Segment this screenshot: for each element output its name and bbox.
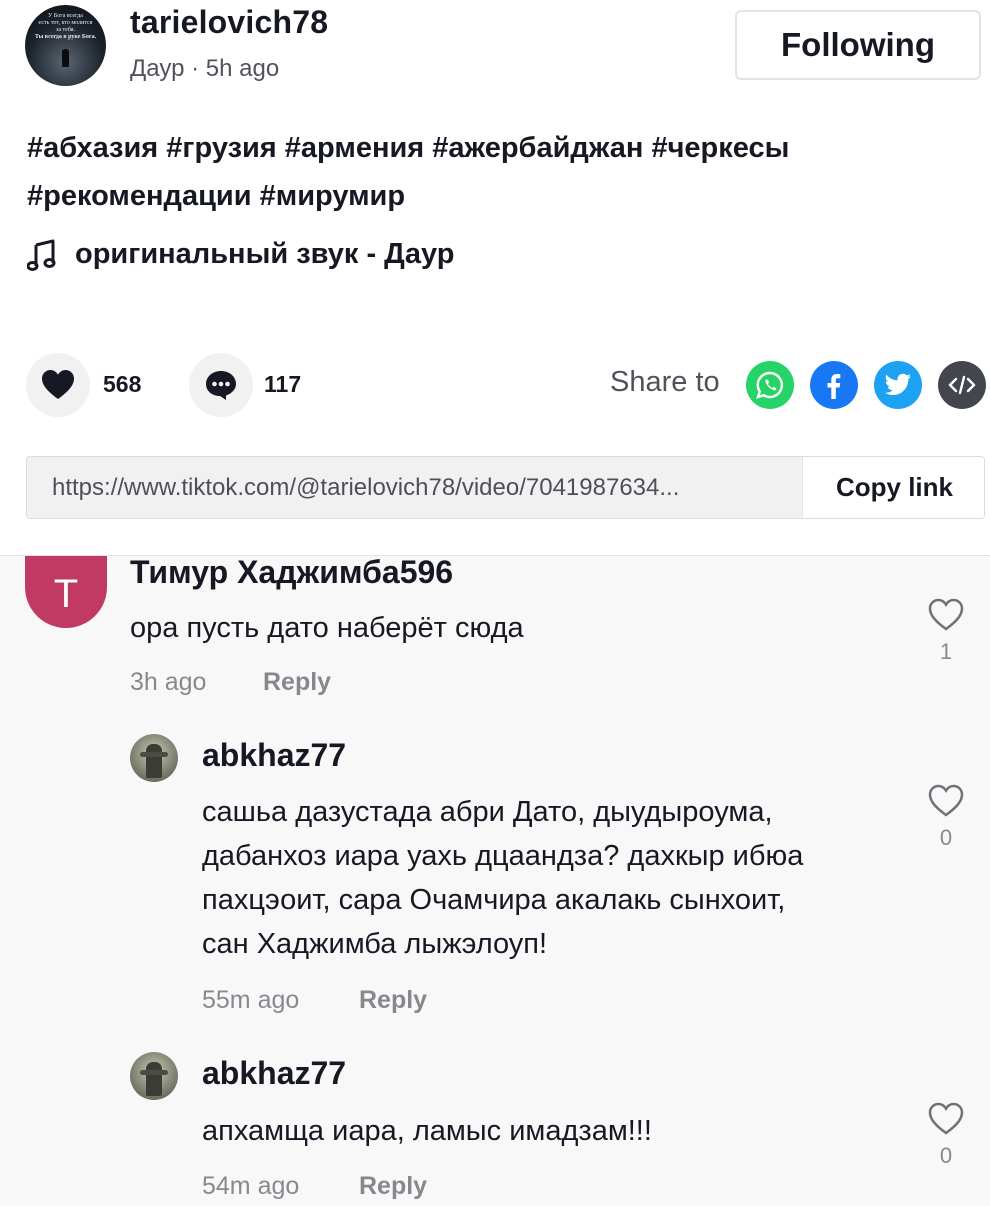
like-button[interactable] <box>26 353 90 417</box>
facebook-share-button[interactable] <box>810 361 858 409</box>
avatar-figure <box>146 744 162 778</box>
reply-button[interactable]: Reply <box>359 1172 427 1201</box>
avatar-caption: У Бога всегда есть тот, кто молится за теб… <box>34 13 97 40</box>
reply-time: 54m ago <box>202 1172 300 1200</box>
comment-text: ора пусть дато наберёт сюда <box>130 612 524 644</box>
replier-name[interactable]: abkhaz77 <box>202 737 346 774</box>
caption-line-2[interactable]: #рекомендации #мирумир <box>27 172 957 220</box>
facebook-icon <box>827 374 841 399</box>
heart-icon <box>42 370 74 399</box>
post-time: 5h ago <box>205 55 280 82</box>
like-count: 568 <box>103 371 142 397</box>
commenter-name[interactable]: Тимур Хаджимба596 <box>130 556 453 591</box>
author-avatar[interactable]: У Бога всегда есть тот, кто молится за теб… <box>25 5 106 86</box>
reply-time: 55m ago <box>202 986 300 1014</box>
reply-button[interactable]: Reply <box>263 668 331 697</box>
avatar-figure <box>62 49 69 67</box>
author-display-name: Даур <box>130 55 185 82</box>
commenter-avatar[interactable]: T <box>25 556 107 628</box>
like-comment-heart-icon[interactable] <box>928 1102 964 1136</box>
reply-text-line: пахцэоит, сара Очамчира акалакь сынхоит, <box>202 884 786 916</box>
more-options-icon[interactable] <box>920 555 970 560</box>
embed-share-button[interactable] <box>938 361 986 409</box>
reply-text: апхамща иара, ламыс имадзам!!! <box>202 1109 652 1153</box>
caption-line-1[interactable]: #абхазия #грузия #армения #ажербайджан #… <box>27 124 957 172</box>
tiktok-video-detail: У Бога всегда есть тот, кто молится за теб… <box>0 0 990 1206</box>
video-link-bar: https://www.tiktok.com/@tarielovich78/vi… <box>26 456 985 519</box>
comment-bubble-icon <box>206 371 236 400</box>
music-label: оригинальный звук - Даур <box>75 238 455 270</box>
reply-text-line: дабанхоз иара уахь дцаандза? дахкыр ибюа <box>202 840 804 872</box>
reply-text: сашьа дазустада абри Дато, дыудыроума, д… <box>202 790 803 966</box>
comment-time: 3h ago <box>130 668 207 696</box>
reply-text-line: сан Хаджимба лыжэлоуп! <box>202 928 548 960</box>
embed-code-icon <box>948 375 976 395</box>
like-comment-heart-icon[interactable] <box>928 598 964 632</box>
video-url[interactable]: https://www.tiktok.com/@tarielovich78/vi… <box>52 474 797 502</box>
avatar-figure-arm <box>140 1070 168 1075</box>
copy-link-button[interactable]: Copy link <box>802 457 984 518</box>
author-subline: Даур · 5h ago <box>130 55 279 83</box>
music-link[interactable]: оригинальный звук - Даур <box>27 238 454 271</box>
share-to-label: Share to <box>610 366 720 398</box>
comments-list[interactable]: T Тимур Хаджимба596 ора пусть дато набер… <box>0 555 990 1206</box>
avatar-figure-arm <box>140 752 168 757</box>
comment-count: 117 <box>264 371 302 397</box>
reply-text-line: сашьа дазустада абри Дато, дыудыроума, <box>202 796 773 828</box>
twitter-icon <box>884 373 911 395</box>
replier-avatar[interactable] <box>130 1052 178 1100</box>
like-comment-heart-icon[interactable] <box>928 784 964 818</box>
comment-like-count: 0 <box>939 1143 953 1168</box>
comment-like-count: 0 <box>939 825 953 850</box>
comment-like-count: 1 <box>939 639 953 664</box>
replier-avatar[interactable] <box>130 734 178 782</box>
whatsapp-icon <box>756 371 783 399</box>
music-note-icon <box>27 239 56 271</box>
video-caption: #абхазия #грузия #армения #ажербайджан #… <box>27 124 957 220</box>
whatsapp-share-button[interactable] <box>746 361 794 409</box>
author-username[interactable]: tarielovich78 <box>130 4 328 41</box>
reply-text-line: апхамща иара, ламыс имадзам!!! <box>202 1115 652 1147</box>
replier-name[interactable]: abkhaz77 <box>202 1055 346 1092</box>
avatar-figure <box>146 1062 162 1096</box>
reply-button[interactable]: Reply <box>359 986 427 1015</box>
separator-dot: · <box>191 55 206 82</box>
following-button[interactable]: Following <box>735 10 981 80</box>
twitter-share-button[interactable] <box>874 361 922 409</box>
comment-button[interactable] <box>189 353 253 417</box>
